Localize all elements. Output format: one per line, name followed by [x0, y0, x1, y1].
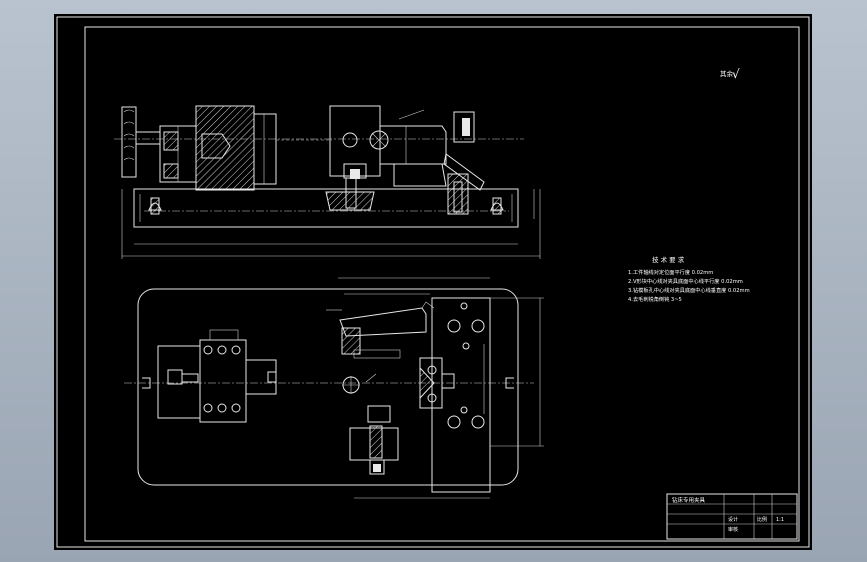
cad-viewport[interactable]: 其余 √ 技 术 要 求 1.工件轴线对定位面平行度 0.02mm 2.V形块中… [0, 0, 867, 562]
tech-req-item: 2.V形块中心线对夹具底面中心线平行度 0.02mm [628, 277, 743, 285]
scale-value: 1:1 [776, 517, 784, 523]
front-view [114, 105, 541, 259]
scale-label: 比例 [757, 516, 767, 523]
drawing-canvas: 其余 √ 技 术 要 求 1.工件轴线对定位面平行度 0.02mm 2.V形块中… [56, 16, 810, 548]
roughness-symbol: √ [732, 67, 740, 81]
drawing-name: 钻床专用夹具 [672, 496, 706, 504]
tech-req-item: 1.工件轴线对定位面平行度 0.02mm [628, 268, 713, 276]
title-row-label: 审核 [728, 526, 738, 533]
top-view [124, 277, 544, 499]
drawing-sheet: 其余 √ 技 术 要 求 1.工件轴线对定位面平行度 0.02mm 2.V形块中… [54, 14, 812, 550]
technical-requirements: 技 术 要 求 1.工件轴线对定位面平行度 0.02mm 2.V形块中心线对夹具… [628, 255, 750, 303]
roughness-mark: 其余 √ [720, 67, 740, 81]
tech-req-item: 3.钻模板孔中心线对夹具底面中心线垂直度 0.02mm [628, 286, 750, 294]
tech-req-title: 技 术 要 求 [652, 255, 685, 264]
title-row-label: 设计 [728, 516, 738, 523]
tech-req-item: 4.去毛刺锐角倒钝 3~5 [628, 295, 682, 303]
